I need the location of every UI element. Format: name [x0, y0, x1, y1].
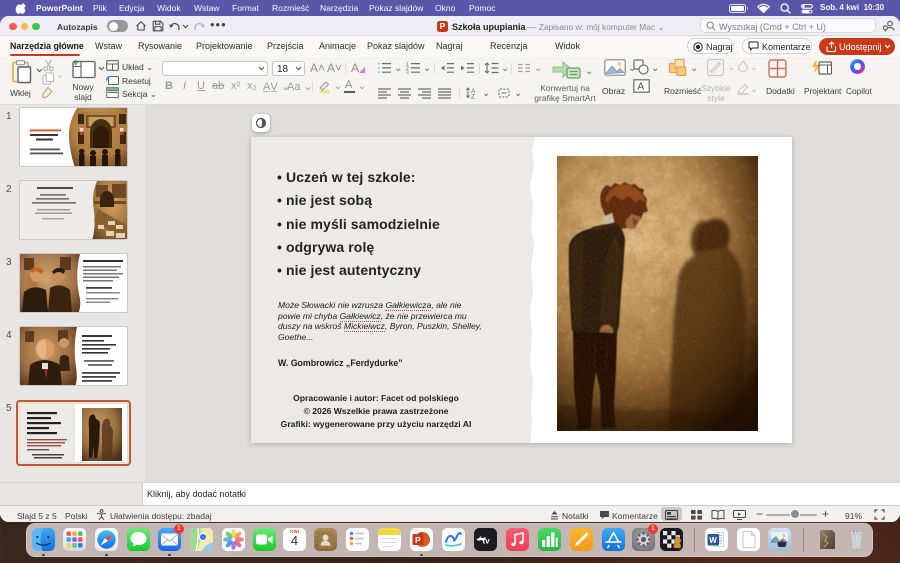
- svg-text:Z: Z: [471, 94, 475, 100]
- svg-text:W: W: [709, 536, 717, 545]
- svg-text:A: A: [638, 82, 645, 93]
- svg-text:3: 3: [406, 70, 409, 74]
- svg-text:tv: tv: [483, 537, 491, 546]
- svg-text:P: P: [415, 535, 421, 545]
